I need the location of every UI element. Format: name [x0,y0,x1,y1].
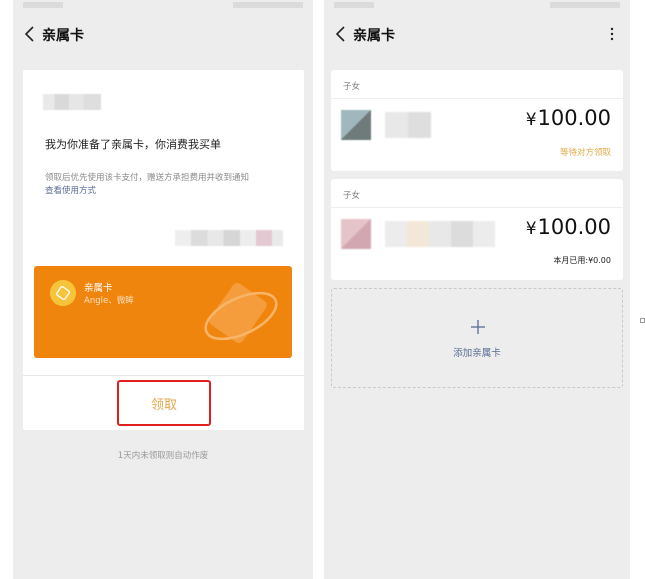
divider [331,207,623,208]
status-bar-left [334,2,374,8]
currency-symbol: ¥ [525,219,537,239]
expiry-note: 1天内未领取则自动作废 [117,451,209,461]
edge-marker [640,318,645,323]
status-bar-left [23,2,63,8]
back-icon[interactable] [23,25,39,43]
status-bar [324,0,630,16]
sender-avatar-blurred [43,94,101,110]
status-bar-right [550,2,620,8]
invite-message: 我为你准备了亲属卡，你消费我买单 [45,138,221,151]
family-card-item[interactable]: 子女 ¥100.00 本月已用:¥0.00 [331,179,623,280]
divider [23,375,304,376]
family-card-item[interactable]: 子女 ¥100.00 等待对方领取 [331,70,623,171]
back-icon[interactable] [334,25,350,43]
card-status: 等待对方领取 [559,148,611,158]
nav-bar: 亲属卡 [13,16,313,52]
sender-name-blurred [175,230,283,246]
recipient-avatar-blurred [341,110,371,140]
claim-button[interactable]: 领取 [117,380,211,426]
card-amount: ¥100.00 [526,106,611,130]
invite-note: 领取后优先使用该卡支付，赠送方承担费用并收到通知 [45,173,250,183]
recipient-name-blurred [385,112,431,138]
recipient-name-blurred [385,221,495,247]
card-amount: ¥100.00 [526,215,611,239]
status-bar-right [233,2,303,8]
amount-value: 100.00 [537,106,611,130]
screenshot-stage: 亲属卡 我为你准备了亲属卡，你消费我买单 领取后优先使用该卡支付，赠送方承担费用… [0,0,645,579]
currency-symbol: ¥ [525,110,537,130]
right-phone-screen: 亲属卡 子女 ¥100.00 等待对方领取 子女 ¥100.00 本月已用:¥0… [324,0,630,579]
card-subtitle: Angle、微眸 [84,296,134,306]
page-title: 亲属卡 [353,28,395,44]
monthly-used: 本月已用:¥0.00 [553,256,611,265]
status-bar [13,0,313,16]
card-decoration-icon [204,283,278,343]
more-icon[interactable] [608,26,616,42]
view-usage-link[interactable]: 查看使用方式 [45,184,96,196]
plus-icon [471,320,485,334]
left-phone-screen: 亲属卡 我为你准备了亲属卡，你消费我买单 领取后优先使用该卡支付，赠送方承担费用… [13,0,313,579]
divider [331,98,623,99]
add-card-label: 添加亲属卡 [453,348,501,359]
page-title: 亲属卡 [42,28,84,44]
card-name: 亲属卡 [84,283,113,294]
add-family-card-button[interactable]: 添加亲属卡 [331,288,623,388]
recipient-avatar-blurred [341,219,371,249]
relation-label: 子女 [343,191,361,201]
amount-value: 100.00 [537,215,611,239]
relation-label: 子女 [343,82,361,92]
family-card-visual: 亲属卡 Angle、微眸 [34,266,292,358]
family-card-logo-icon [50,280,76,306]
invite-card: 我为你准备了亲属卡，你消费我买单 领取后优先使用该卡支付，赠送方承担费用并收到通… [23,70,304,430]
nav-bar: 亲属卡 [324,16,630,52]
